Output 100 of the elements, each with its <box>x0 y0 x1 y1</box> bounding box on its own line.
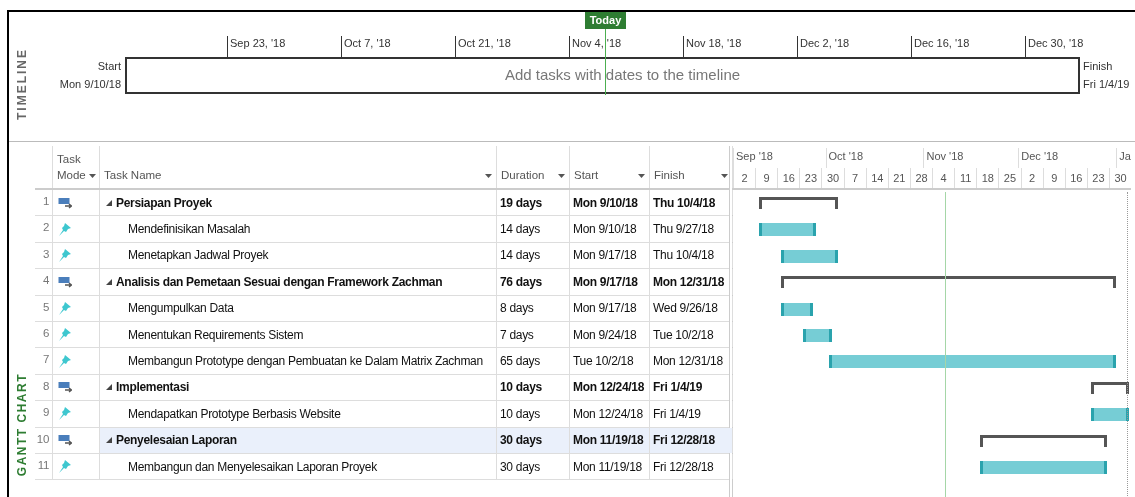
pin-icon <box>58 300 72 316</box>
task-start: Mon 12/24/18 <box>573 379 645 397</box>
task-finish: Thu 10/4/18 <box>653 194 716 212</box>
pin-icon <box>58 459 72 475</box>
column-header[interactable]: Task Mode <box>57 151 86 183</box>
timescale-week: 16 <box>1064 168 1087 188</box>
task-finish: Thu 9/27/18 <box>653 221 714 239</box>
timeline-tick-label: Dec 16, '18 <box>914 37 970 49</box>
timeline-tick-label: Dec 30, '18 <box>1028 37 1084 49</box>
task-start: Mon 11/19/18 <box>573 432 644 450</box>
row-number: 9 <box>42 406 49 419</box>
task-name: Mengumpulkan Data <box>128 300 234 318</box>
start-date: Mon 9/10/18 <box>59 77 121 92</box>
row-number: 11 <box>37 458 49 471</box>
pin-icon <box>58 406 72 422</box>
task-finish: Fri 1/4/19 <box>653 379 703 397</box>
task-finish: Wed 9/26/18 <box>653 300 718 318</box>
timescale-week: 18 <box>976 168 999 188</box>
timescale-week: 14 <box>865 168 888 188</box>
row-number: 10 <box>36 432 49 445</box>
row-number: 8 <box>42 379 49 392</box>
timeline-tick-label: Dec 2, '18 <box>800 37 850 49</box>
task-name: Penyelesaian Laporan <box>116 432 237 450</box>
timescale-week: 28 <box>909 168 933 188</box>
timeline-bar[interactable]: Add tasks with dates to the timeline <box>125 57 1080 94</box>
task-duration: 7 days <box>500 326 534 344</box>
task-start: Mon 9/10/18 <box>573 221 637 239</box>
row-number: 6 <box>42 326 49 339</box>
task-start: Mon 9/24/18 <box>573 326 637 344</box>
column-header[interactable]: Start <box>574 167 635 183</box>
start-label: Start <box>97 59 121 74</box>
task-bar <box>781 302 813 316</box>
timescale-week: 16 <box>777 168 800 188</box>
task-duration: 14 days <box>500 221 540 239</box>
timescale-week: 9 <box>755 168 778 188</box>
timescale-month: Sep '18 <box>733 148 773 168</box>
column-header[interactable]: Finish <box>654 167 718 183</box>
pin-icon <box>58 221 72 237</box>
dropdown-arrow-icon[interactable] <box>485 174 492 178</box>
dropdown-arrow-icon[interactable] <box>558 174 565 178</box>
timescale-month: Oct '18 <box>825 148 864 168</box>
dropdown-arrow-icon[interactable] <box>638 174 645 178</box>
collapse-triangle-icon[interactable] <box>106 384 112 391</box>
timescale-week: 30 <box>821 168 844 188</box>
timescale-week: 23 <box>799 168 822 188</box>
finish-date: Fri 1/4/19 <box>1083 77 1130 92</box>
task-finish: Fri 12/28/18 <box>653 432 715 450</box>
column-header[interactable]: Duration <box>501 167 555 183</box>
task-name: Membangun dan Menyelesaikan Laporan Proyek <box>128 458 377 476</box>
timescale-week: 11 <box>954 168 977 188</box>
timescale-week: 21 <box>887 168 910 188</box>
task-start: Tue 10/2/18 <box>573 353 634 371</box>
timescale-week: 2 <box>733 168 756 188</box>
task-bar <box>1090 408 1129 422</box>
today-line <box>605 29 606 95</box>
gantt-chart-label: GANTT CHART <box>14 372 30 476</box>
row-number: 5 <box>42 300 49 313</box>
row-number: 3 <box>42 247 49 260</box>
collapse-triangle-icon[interactable] <box>106 199 112 206</box>
task-name: Mendapatkan Prototype Berbasis Website <box>128 405 341 423</box>
task-start: Mon 9/17/18 <box>573 273 638 291</box>
task-bar <box>803 328 832 342</box>
task-name: Persiapan Proyek <box>116 194 212 212</box>
task-name: Mendefinisikan Masalah <box>128 221 251 239</box>
timeline-label: TIMELINE <box>14 48 30 120</box>
task-name: Menetapkan Jadwal Proyek <box>128 247 269 265</box>
auto-schedule-icon <box>58 381 72 394</box>
timescale-week: 2 <box>1020 168 1043 188</box>
summary-bar <box>1090 381 1129 394</box>
auto-schedule-icon <box>58 196 72 209</box>
task-duration: 76 days <box>500 273 542 291</box>
task-finish: Mon 12/31/18 <box>653 273 725 291</box>
task-finish: Fri 1/4/19 <box>653 405 701 423</box>
finish-label: Finish <box>1083 59 1113 74</box>
column-header[interactable]: Task Name <box>104 167 482 183</box>
task-finish: Mon 12/31/18 <box>653 353 723 371</box>
task-finish: Fri 12/28/18 <box>653 458 714 476</box>
task-name: Membangun Prototype dengan Pembuatan ke Dalam Matrix Zachman <box>128 353 483 371</box>
row-number: 1 <box>42 195 49 207</box>
today-marker: Today <box>585 12 626 29</box>
timescale-week: 9 <box>1042 168 1065 188</box>
row-number: 4 <box>42 274 49 287</box>
collapse-triangle-icon[interactable] <box>106 437 112 444</box>
timescale-month: Nov '18 <box>923 148 964 168</box>
task-bar <box>759 223 817 237</box>
task-start: Mon 9/10/18 <box>573 194 638 212</box>
dropdown-arrow-icon[interactable] <box>721 174 728 178</box>
timeline-placeholder: Add tasks with dates to the timeline <box>503 65 741 86</box>
dropdown-arrow-icon[interactable] <box>88 174 96 178</box>
task-start: Mon 9/17/18 <box>573 300 637 318</box>
task-finish: Tue 10/2/18 <box>653 326 714 344</box>
task-duration: 14 days <box>500 247 540 265</box>
auto-schedule-icon <box>58 434 72 447</box>
timeline-tick-label: Nov 18, '18 <box>686 37 742 49</box>
timeline-tick-label: Nov 4, '18 <box>572 37 622 49</box>
timescale-month: Ja <box>1116 148 1131 168</box>
task-duration: 30 days <box>500 458 540 476</box>
task-start: Mon 9/17/18 <box>573 247 637 265</box>
collapse-triangle-icon[interactable] <box>106 278 112 285</box>
task-duration: 65 days <box>500 353 540 371</box>
